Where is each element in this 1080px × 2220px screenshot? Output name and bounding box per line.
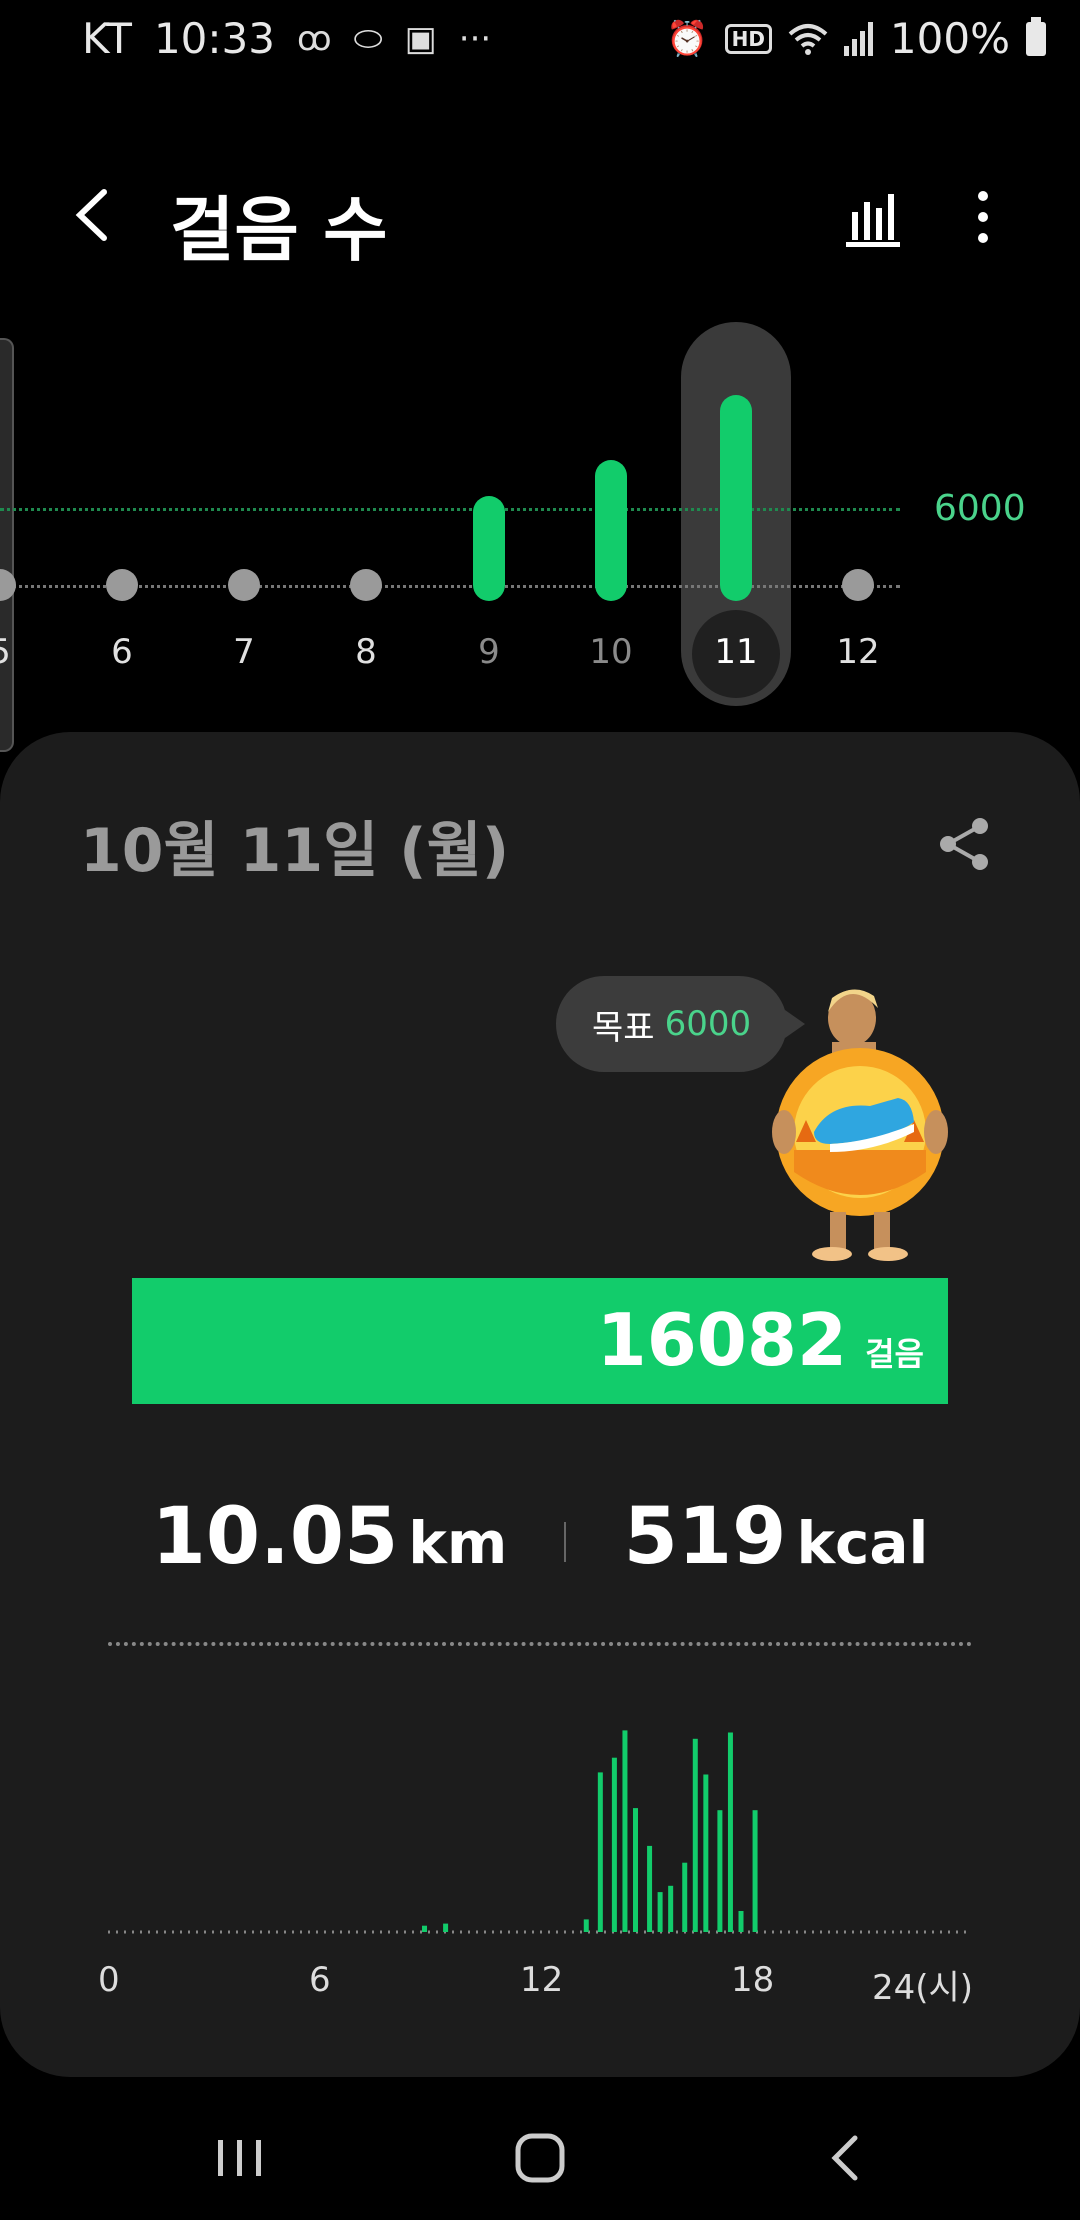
day-bar-11[interactable]	[720, 394, 752, 601]
hour-bar	[597, 1772, 603, 1932]
app-header: 걸음 수	[0, 160, 1080, 271]
calories-unit: kcal	[796, 1509, 929, 1577]
day-label-9[interactable]: 9	[454, 632, 524, 672]
carrier-label: KT	[82, 14, 132, 63]
day-label-8[interactable]: 8	[331, 632, 401, 672]
hour-bar	[738, 1911, 744, 1932]
signal-icon	[843, 21, 873, 56]
page-title: 걸음 수	[170, 189, 388, 271]
status-right: ⏰ HD 100%	[666, 14, 1046, 63]
goal-bubble: 목표 6000	[556, 976, 806, 1072]
day-bar-6[interactable]	[106, 569, 138, 601]
day-label-10[interactable]: 10	[576, 632, 646, 672]
status-bar: KT 10:33 ꝏ ⬭ ▣ ··· ⏰ HD 100%	[0, 0, 1080, 80]
goal-line-label: 6000	[934, 488, 1026, 529]
more-options-button[interactable]	[958, 182, 1008, 252]
day-bar-7[interactable]	[228, 569, 260, 601]
day-bar-9[interactable]	[473, 495, 505, 601]
hour-bar	[668, 1885, 674, 1932]
drawer-handle[interactable]	[0, 338, 14, 752]
trends-button[interactable]	[838, 182, 908, 252]
stats-divider	[564, 1521, 567, 1562]
hour-tick-label: 18	[731, 1960, 775, 2000]
hour-bar	[657, 1892, 663, 1932]
steps-total: 16082 걸음	[597, 1298, 924, 1382]
recent-apps-icon	[218, 2140, 261, 2176]
hour-tick-label: 24(시)	[872, 1968, 974, 2008]
hour-bar	[692, 1738, 698, 1932]
recent-apps-button[interactable]	[200, 2118, 280, 2198]
steps-count: 16082	[596, 1298, 848, 1382]
hour-tick-label: 6	[309, 1960, 331, 2000]
battery-percent: 100%	[889, 14, 1010, 63]
day-label-11[interactable]: 11	[701, 632, 771, 672]
more-vertical-icon	[978, 191, 988, 243]
day-bar-10[interactable]	[595, 459, 627, 601]
hour-bar	[752, 1810, 758, 1932]
hour-tick-label: 12	[520, 1960, 564, 2000]
steps-unit: 걸음	[865, 1335, 924, 1373]
steps-progress-bar: 16082 걸음	[132, 1278, 948, 1404]
day-summary-card: 10월 11일 (월) 목표 6000 16082 걸음 10.05 km 51…	[0, 732, 1080, 2077]
hd-voice-icon: HD	[724, 23, 772, 54]
hour-bar	[682, 1862, 688, 1932]
hour-bar	[727, 1732, 733, 1932]
day-bar-12[interactable]	[842, 569, 874, 601]
goal-prefix: 목표	[592, 1007, 655, 1048]
hourly-steps-chart	[108, 1730, 972, 1934]
stats-row: 10.05 km 519 kcal	[0, 1492, 1080, 1582]
hour-bar	[622, 1730, 628, 1932]
alarm-icon: ⏰	[666, 18, 709, 59]
hour-bar	[633, 1808, 638, 1932]
hour-bar	[717, 1810, 723, 1932]
achievement-character-illustration	[772, 989, 948, 1261]
share-icon	[940, 818, 988, 870]
notification-dots-icon: ꝏ	[296, 18, 332, 59]
hour-bar	[647, 1845, 653, 1932]
hour-bar	[443, 1923, 449, 1932]
nav-back-button[interactable]	[805, 2118, 885, 2198]
wifi-icon	[788, 23, 828, 55]
day-bar-8[interactable]	[350, 569, 382, 601]
pill-icon: ⬭	[353, 18, 383, 59]
bar-chart-icon	[846, 194, 900, 247]
back-button[interactable]	[60, 180, 130, 250]
share-button[interactable]	[934, 812, 998, 876]
hour-bar	[611, 1757, 617, 1932]
status-left: KT 10:33 ꝏ ⬭ ▣ ···	[82, 14, 491, 63]
hour-bar	[703, 1774, 709, 1932]
goal-value: 6000	[664, 1004, 752, 1044]
date-title: 10월 11일 (월)	[80, 816, 510, 886]
day-label-7[interactable]: 7	[209, 632, 279, 672]
battery-icon	[1026, 16, 1046, 56]
hour-tick-label: 0	[98, 1960, 120, 2000]
system-nav-bar	[0, 2090, 1080, 2220]
more-notifications-icon: ···	[458, 18, 492, 59]
home-button[interactable]	[500, 2118, 580, 2198]
distance-unit: km	[408, 1509, 508, 1577]
section-divider	[108, 1642, 972, 1646]
image-icon: ▣	[404, 18, 437, 59]
nav-back-icon	[831, 2135, 858, 2181]
chevron-left-icon	[75, 189, 107, 241]
day-label-6[interactable]: 6	[87, 632, 157, 672]
calories-value: 519	[623, 1492, 787, 1582]
clock: 10:33	[153, 14, 275, 63]
day-label-5[interactable]: 5	[0, 632, 35, 672]
goal-line	[0, 508, 900, 511]
hour-bar	[422, 1925, 427, 1932]
day-label-12[interactable]: 12	[823, 632, 893, 672]
home-icon	[515, 2133, 565, 2183]
hour-bar	[583, 1919, 589, 1932]
distance-value: 10.05	[151, 1492, 399, 1582]
